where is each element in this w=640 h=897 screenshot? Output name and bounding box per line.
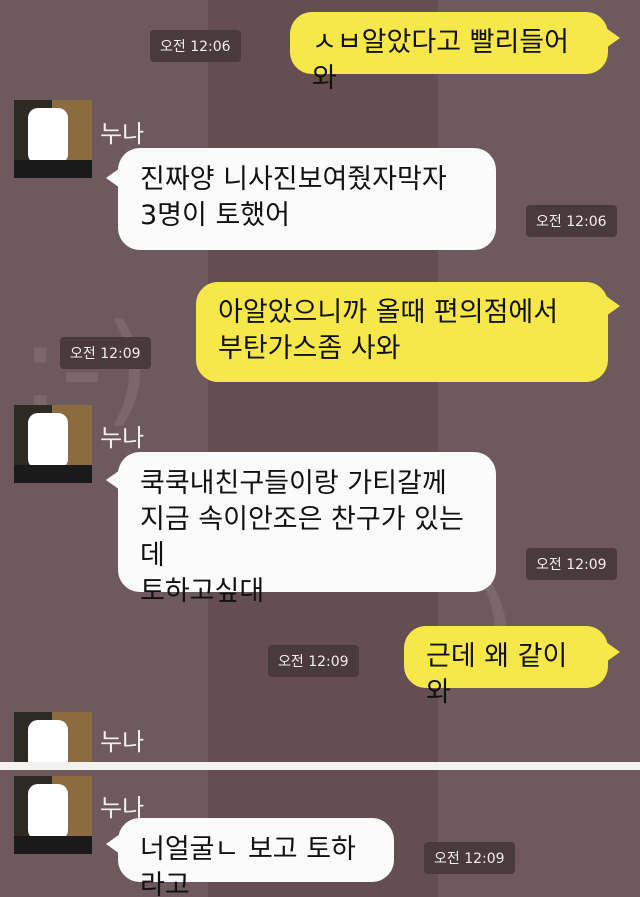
message-text: ㅅㅂ알았다고 빨리들어와	[312, 27, 569, 94]
message-time: 오전 12:09	[268, 645, 359, 677]
message-time: 오전 12:09	[60, 337, 151, 369]
avatar-face	[28, 784, 68, 840]
bubble-tail	[606, 296, 620, 316]
my-message-bubble[interactable]: ㅅㅂ알았다고 빨리들어와	[290, 12, 608, 94]
chat-panel-top: :-) ) 오전 12:06 ㅅㅂ알았다고 빨리들어와 누나 진짜양 니사진보여…	[0, 0, 640, 762]
screenshot-divider	[0, 762, 640, 770]
chat-panel-bottom: 누나 너얼굴ㄴ 보고 토하라고 오전 12:09	[0, 770, 640, 897]
avatar[interactable]	[14, 405, 92, 483]
message-time: 오전 12:09	[526, 548, 617, 580]
avatar-face	[28, 108, 68, 164]
message-text: 지금 속이안조은 찬구가 있는데	[140, 504, 464, 571]
message-text: 근데 왜 같이와	[426, 641, 568, 708]
bubble-tail	[606, 642, 620, 662]
sender-name: 누나	[100, 120, 145, 148]
message-time: 오전 12:09	[424, 842, 515, 874]
avatar-clothing	[14, 836, 92, 854]
message-time: 오전 12:06	[150, 30, 241, 62]
their-message-bubble[interactable]: 너얼굴ㄴ 보고 토하라고	[118, 818, 394, 897]
avatar-face	[28, 720, 68, 762]
my-message-bubble[interactable]: 근데 왜 같이와	[404, 626, 608, 708]
bubble-tail	[606, 28, 620, 48]
avatar-clothing	[14, 465, 92, 483]
message-text: 아알았으니까 올때 편의점에서	[218, 297, 559, 328]
message-time: 오전 12:06	[526, 205, 617, 237]
sender-name: 누나	[100, 424, 145, 452]
message-text: 쿡쿡내친구들이랑 가티갈께	[140, 468, 447, 499]
my-message-bubble[interactable]: 아알았으니까 올때 편의점에서 부탄가스좀 사와	[196, 282, 608, 382]
message-text: 토하고싶대	[140, 576, 265, 607]
message-text: 진짜양 니사진보여줬자막자	[140, 164, 447, 195]
avatar[interactable]	[14, 712, 92, 762]
message-text: 너얼굴ㄴ 보고 토하라고	[140, 834, 356, 897]
their-message-bubble[interactable]: 쿡쿡내친구들이랑 가티갈께 지금 속이안조은 찬구가 있는데 토하고싶대	[118, 452, 496, 607]
avatar-clothing	[14, 160, 92, 178]
their-message-bubble[interactable]: 진짜양 니사진보여줬자막자 3명이 토했어	[118, 148, 496, 250]
sender-name: 누나	[100, 728, 145, 756]
message-text: 부탄가스좀 사와	[218, 333, 401, 364]
avatar-face	[28, 413, 68, 469]
avatar[interactable]	[14, 100, 92, 178]
message-text: 3명이 토했어	[140, 200, 290, 231]
avatar[interactable]	[14, 776, 92, 854]
